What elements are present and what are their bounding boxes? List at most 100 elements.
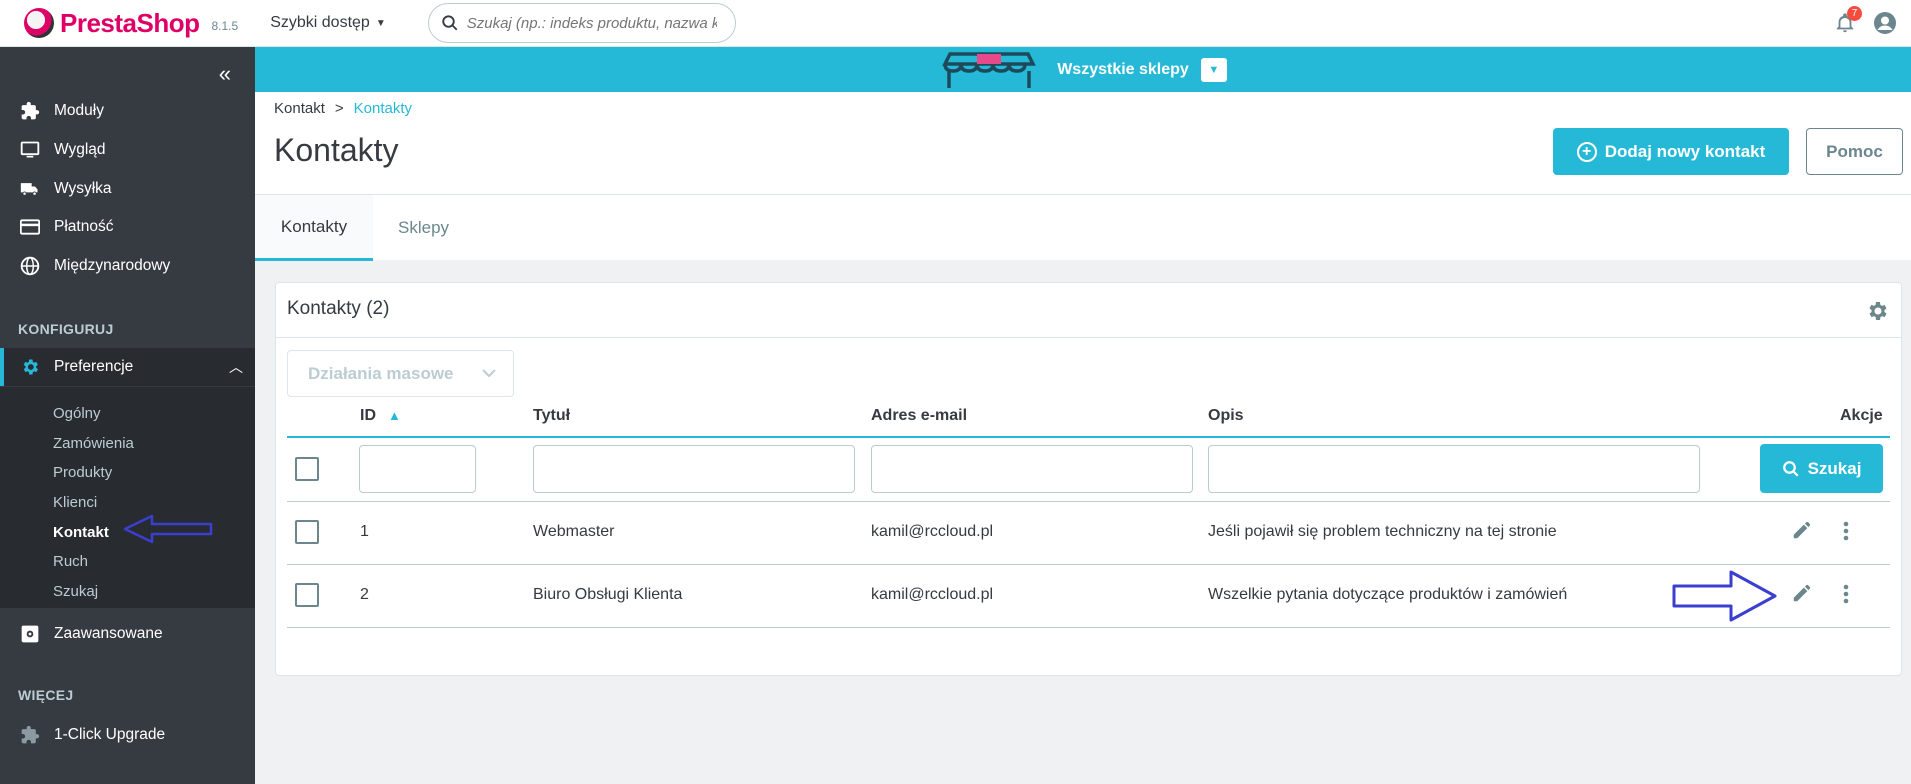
globe-icon <box>18 254 42 278</box>
search-button[interactable]: Szukaj <box>1760 444 1883 493</box>
submenu-item-contact[interactable]: Kontakt <box>53 524 109 541</box>
shop-selector-dropdown[interactable]: ▼ <box>1200 57 1227 82</box>
submenu-item-products[interactable]: Produkty <box>53 464 112 481</box>
bulk-actions-label: Działania masowe <box>308 363 454 383</box>
sidebar-item-label: Międzynarodowy <box>54 257 171 274</box>
submenu-item-traffic[interactable]: Ruch <box>53 553 88 570</box>
submenu-item-customers[interactable]: Klienci <box>53 494 97 511</box>
tab-shops[interactable]: Sklepy <box>398 195 449 261</box>
row-checkbox[interactable] <box>295 520 319 544</box>
sidebar-item-label: Wygląd <box>54 141 106 158</box>
breadcrumb-current[interactable]: Kontakty <box>354 100 412 117</box>
sidebar-item-label: Płatność <box>54 218 114 235</box>
breadcrumb-parent[interactable]: Kontakt <box>274 100 325 117</box>
credit-card-icon <box>18 215 42 239</box>
gear-icon[interactable] <box>1865 299 1889 328</box>
prestashop-logo[interactable]: PrestaShop <box>24 8 200 39</box>
more-actions-icon[interactable] <box>1842 583 1850 610</box>
puzzle-icon <box>18 723 42 747</box>
sort-asc-icon[interactable]: ▲ <box>388 408 401 423</box>
version-label: 8.1.5 <box>211 19 239 33</box>
submenu-item-general[interactable]: Ogólny <box>53 405 101 422</box>
chevron-down-icon <box>481 363 497 388</box>
notifications-button[interactable]: 7 <box>1834 6 1862 40</box>
notifications-badge: 7 <box>1847 6 1862 21</box>
chevron-down-icon: ▼ <box>1208 63 1220 76</box>
settings-box-icon <box>18 622 42 646</box>
sidebar-item-label: Zaawansowane <box>54 625 163 642</box>
gear-icon <box>18 355 42 379</box>
store-icon <box>942 51 1037 88</box>
cell-email: kamil@rccloud.pl <box>871 586 994 603</box>
select-all-checkbox[interactable] <box>295 457 319 481</box>
edit-icon[interactable] <box>1791 582 1813 609</box>
add-contact-button[interactable]: + Dodaj nowy kontakt <box>1553 128 1789 175</box>
sidebar-item-label: Preferencje <box>54 358 134 375</box>
quick-access-label: Szybki dostęp <box>270 14 370 31</box>
sidebar-item-modules[interactable]: Moduły <box>0 92 255 130</box>
submenu-item-search[interactable]: Szukaj <box>53 583 98 600</box>
user-account-button[interactable] <box>1873 11 1897 40</box>
sidebar-item-label: 1-Click Upgrade <box>54 726 166 743</box>
more-actions-icon[interactable] <box>1842 520 1850 547</box>
annotation-arrow-left-icon <box>123 514 213 544</box>
edit-icon[interactable] <box>1791 519 1813 546</box>
page-title: Kontakty <box>274 132 399 168</box>
shop-context-label: Wszystkie sklepy <box>1057 60 1189 78</box>
cell-title: Biuro Obsługi Klienta <box>533 586 683 603</box>
cell-id: 1 <box>360 523 369 540</box>
chevron-up-icon: ︿ <box>229 359 243 375</box>
sidebar-item-label: Moduły <box>54 102 104 119</box>
section-title-configure: KONFIGURUJ <box>18 321 114 337</box>
truck-icon <box>18 177 42 201</box>
row-checkbox[interactable] <box>295 583 319 607</box>
column-header-email: Adres e-mail <box>871 407 968 424</box>
prestashop-logo-icon <box>24 8 54 38</box>
sidebar-item-appearance[interactable]: Wygląd <box>0 131 255 169</box>
sidebar-item-shipping[interactable]: Wysyłka <box>0 170 255 208</box>
panel-header: Kontakty (2) <box>276 283 1901 338</box>
shop-context-bar: Wszystkie sklepy ▼ <box>255 47 1911 92</box>
breadcrumb-separator: > <box>334 100 344 117</box>
row-divider <box>287 627 1890 628</box>
column-header-id[interactable]: ID ▲ <box>360 407 401 425</box>
tab-contacts[interactable]: Kontakty <box>255 195 373 261</box>
search-icon <box>1782 460 1799 477</box>
header-underline <box>287 436 1890 438</box>
filter-email-input[interactable] <box>871 445 1193 493</box>
annotation-arrow-right-icon <box>1672 570 1777 622</box>
breadcrumb: Kontakt > Kontakty <box>274 100 412 117</box>
quick-access-dropdown[interactable]: Szybki dostęp ▼ <box>270 14 386 32</box>
filter-id-input[interactable] <box>359 445 476 493</box>
brand-part-b: Shop <box>136 7 201 38</box>
sidebar: « Moduły Wygląd Wysyłka Płatność Międzyn… <box>0 47 255 784</box>
sidebar-item-upgrade[interactable]: 1-Click Upgrade <box>0 716 255 754</box>
row-divider <box>287 564 1890 565</box>
add-contact-label: Dodaj nowy kontakt <box>1604 141 1766 161</box>
sidebar-item-payment[interactable]: Płatność <box>0 208 255 246</box>
sidebar-item-international[interactable]: Międzynarodowy <box>0 247 255 285</box>
monitor-icon <box>18 138 42 162</box>
help-button[interactable]: Pomoc <box>1806 128 1903 175</box>
section-title-more: WIĘCEJ <box>18 687 74 703</box>
column-header-title: Tytuł <box>533 407 571 424</box>
collapse-sidebar-icon[interactable]: « <box>219 61 231 87</box>
cell-description: Jeśli pojawił się problem techniczny na … <box>1208 523 1557 540</box>
cell-title: Webmaster <box>533 523 615 540</box>
cell-description: Wszelkie pytania dotyczące produktów i z… <box>1208 586 1568 603</box>
column-header-actions: Akcje <box>1840 407 1883 424</box>
column-header-label: ID <box>360 407 376 424</box>
submenu-item-orders[interactable]: Zamówienia <box>53 435 134 452</box>
search-input[interactable] <box>466 14 717 32</box>
preferences-submenu: Ogólny Zamówienia Produkty Klienci Konta… <box>0 387 255 608</box>
filter-title-input[interactable] <box>533 445 855 493</box>
column-header-description: Opis <box>1208 407 1244 424</box>
user-icon <box>1874 12 1896 34</box>
contacts-panel: Kontakty (2) Działania masowe ID ▲ Tytuł … <box>275 282 1902 676</box>
search-box[interactable] <box>427 3 736 43</box>
sidebar-item-advanced[interactable]: Zaawansowane <box>0 615 255 653</box>
bulk-actions-dropdown[interactable]: Działania masowe <box>287 350 514 397</box>
tab-bar: Kontakty Sklepy <box>255 194 1911 261</box>
sidebar-item-preferences[interactable]: Preferencje ︿ <box>0 348 255 386</box>
filter-description-input[interactable] <box>1208 445 1700 493</box>
